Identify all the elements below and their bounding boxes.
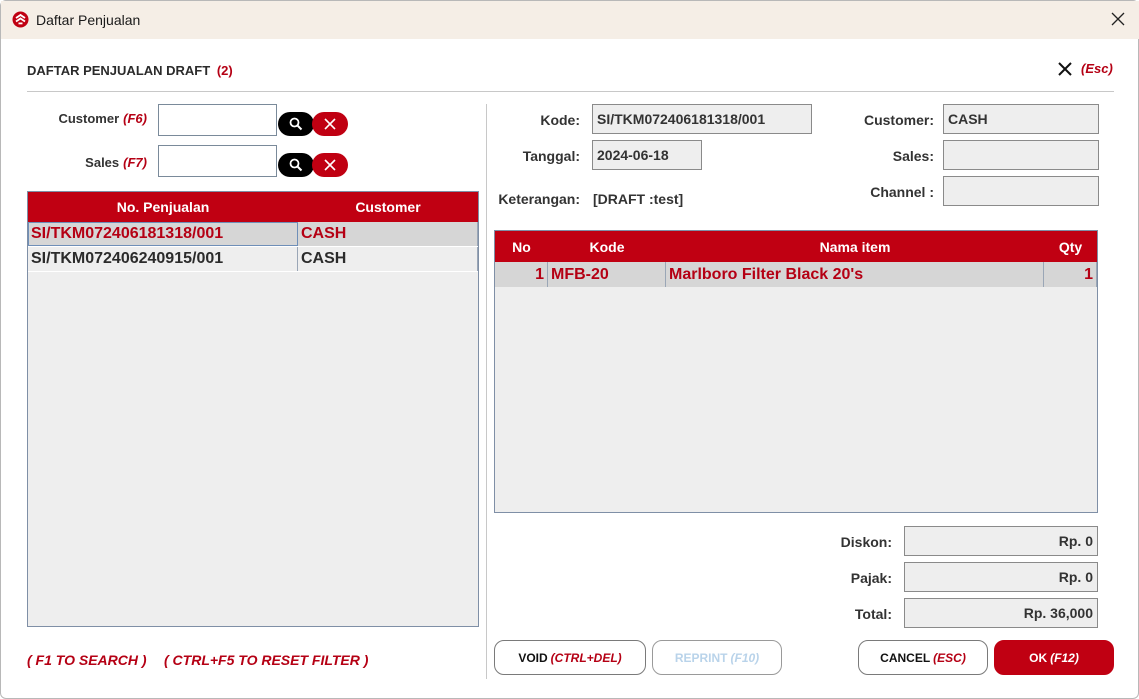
customer-filter-input[interactable] <box>158 104 277 136</box>
cell-qty: 1 <box>1044 262 1097 287</box>
detail-customer-label: Customer: <box>863 112 934 128</box>
kode-field: SI/TKM072406181318/001 <box>592 104 812 134</box>
cell-customer: CASH <box>298 222 478 246</box>
diskon-label: Diskon: <box>840 534 892 550</box>
header-divider <box>27 91 1114 92</box>
customer-filter-label-text: Customer <box>58 111 120 126</box>
app-logo-icon <box>12 11 29 28</box>
cancel-button-shortcut: (ESC) <box>933 650 966 665</box>
cell-no-penjualan: SI/TKM072406181318/001 <box>28 222 298 246</box>
void-button-shortcut: (CTRL+DEL) <box>550 650 622 665</box>
total-field: Rp. 36,000 <box>904 598 1098 628</box>
void-button-label: VOID <box>518 650 548 665</box>
column-header-customer[interactable]: Customer <box>298 192 478 222</box>
reprint-button-label: REPRINT <box>674 650 728 665</box>
ok-button[interactable]: OK (F12) <box>994 640 1114 675</box>
close-icon[interactable] <box>1108 9 1128 29</box>
search-icon <box>289 117 303 131</box>
reset-filter-hint: ( CTRL+F5 TO RESET FILTER ) <box>164 652 369 668</box>
void-button[interactable]: VOID (CTRL+DEL) <box>494 640 646 675</box>
pajak-label: Pajak: <box>850 570 892 586</box>
sales-list-header: No. Penjualan Customer <box>28 192 478 222</box>
customer-filter-shortcut: (F6) <box>123 111 147 126</box>
sales-filter-input[interactable] <box>158 145 277 177</box>
cell-no: 1 <box>495 262 548 287</box>
keterangan-value: [DRAFT :test] <box>593 191 684 207</box>
pajak-field: Rp. 0 <box>904 562 1098 592</box>
title-bar: Daftar Penjualan <box>1 1 1139 39</box>
ok-button-shortcut: (F12) <box>1050 650 1079 665</box>
panel-divider <box>486 104 487 679</box>
esc-close-button[interactable]: (Esc) <box>1058 61 1113 76</box>
cell-no-penjualan: SI/TKM072406240915/001 <box>28 247 298 271</box>
esc-shortcut-label: (Esc) <box>1081 61 1113 76</box>
cell-nama-item: Marlboro Filter Black 20's <box>666 262 1044 287</box>
column-header-no[interactable]: No <box>495 231 548 262</box>
table-row[interactable]: SI/TKM072406181318/001 CASH <box>28 222 478 247</box>
sales-filter-label-text: Sales <box>85 155 120 170</box>
customer-filter-label: Customer (F6) <box>31 111 147 126</box>
column-header-no-penjualan[interactable]: No. Penjualan <box>28 192 298 222</box>
cancel-button[interactable]: CANCEL (ESC) <box>858 640 988 675</box>
column-header-qty[interactable]: Qty <box>1044 231 1097 262</box>
sales-filter-shortcut: (F7) <box>123 155 147 170</box>
detail-sales-label: Sales: <box>892 148 934 164</box>
window-title: Daftar Penjualan <box>36 12 141 28</box>
ok-button-label: OK <box>1029 650 1048 665</box>
cancel-button-label: CANCEL <box>880 650 931 665</box>
kode-label: Kode: <box>540 112 580 128</box>
table-row[interactable]: 1 MFB-20 Marlboro Filter Black 20's 1 <box>495 262 1097 287</box>
cell-customer: CASH <box>298 247 478 271</box>
detail-customer-field: CASH <box>943 104 1099 134</box>
draft-count-badge: (2) <box>216 63 233 78</box>
sales-list-table[interactable]: No. Penjualan Customer SI/TKM07240618131… <box>27 191 479 627</box>
page-title: DAFTAR PENJUALAN DRAFT (2) <box>27 63 233 78</box>
page-title-text: DAFTAR PENJUALAN DRAFT <box>27 63 211 78</box>
search-icon <box>289 158 303 172</box>
close-icon <box>1058 61 1072 76</box>
diskon-field: Rp. 0 <box>904 526 1098 556</box>
sales-clear-button[interactable] <box>312 153 348 177</box>
keterangan-label: Keterangan: <box>498 191 580 207</box>
tanggal-field: 2024-06-18 <box>592 140 702 170</box>
channel-field <box>943 176 1099 206</box>
channel-label: Channel : <box>870 184 934 200</box>
column-header-nama-item[interactable]: Nama item <box>666 231 1044 262</box>
sales-filter-label: Sales (F7) <box>31 155 147 170</box>
customer-search-button[interactable] <box>278 112 314 136</box>
tanggal-label: Tanggal: <box>522 148 580 164</box>
clear-icon <box>324 159 336 171</box>
reprint-button[interactable]: REPRINT (F10) <box>652 640 782 675</box>
items-table-header: No Kode Nama item Qty <box>495 231 1097 262</box>
table-row[interactable]: SI/TKM072406240915/001 CASH <box>28 247 478 272</box>
reprint-button-shortcut: (F10) <box>730 650 760 665</box>
column-header-kode[interactable]: Kode <box>548 231 666 262</box>
items-table[interactable]: No Kode Nama item Qty 1 MFB-20 Marlboro … <box>494 230 1098 513</box>
cell-kode: MFB-20 <box>548 262 666 287</box>
customer-clear-button[interactable] <box>312 112 348 136</box>
clear-icon <box>324 118 336 130</box>
detail-sales-field <box>943 140 1099 170</box>
sales-search-button[interactable] <box>278 153 314 177</box>
total-label: Total: <box>854 606 892 622</box>
search-hint: ( F1 TO SEARCH ) <box>27 652 147 668</box>
